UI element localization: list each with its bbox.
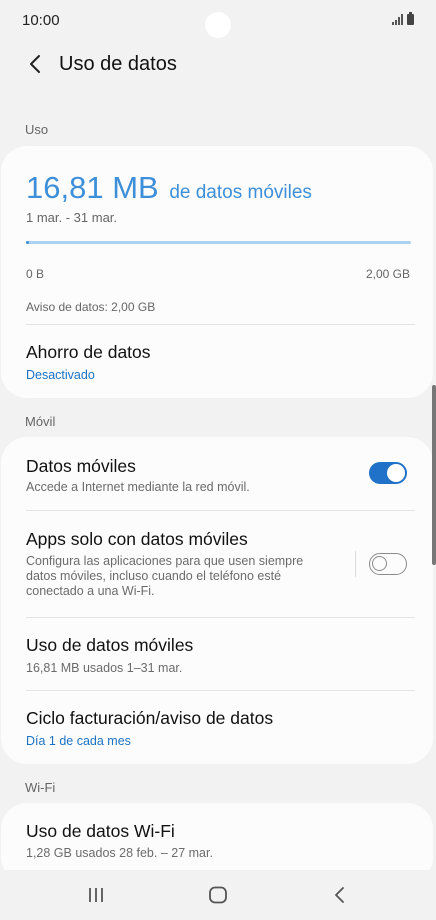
battery-icon [407, 12, 414, 25]
data-saver-title: Ahorro de datos [26, 342, 151, 362]
vertical-separator [355, 551, 356, 577]
usage-amount-value: 16,81 MB [26, 170, 159, 205]
navigation-bar [0, 870, 436, 920]
data-saver-status: Desactivado [26, 368, 95, 382]
usage-amount-unit: de datos móviles [169, 182, 312, 203]
mobile-data-usage-row[interactable]: Uso de datos móviles 16,81 MB usados 1–3… [1, 618, 433, 690]
mobile-data-row[interactable]: Datos móviles Accede a Internet mediante… [1, 437, 433, 510]
usage-card: 16,81 MB de datos móviles 1 mar. - 31 ma… [1, 146, 433, 398]
signal-icon [392, 13, 403, 25]
data-saver-row[interactable]: Ahorro de datos Desactivado [1, 326, 433, 396]
billing-subtitle: Día 1 de cada mes [26, 734, 131, 748]
recents-icon [89, 888, 103, 902]
status-time: 10:00 [22, 12, 60, 29]
billing-cycle-row[interactable]: Ciclo facturación/aviso de datos Día 1 d… [1, 691, 433, 764]
wifi-usage-subtitle: 1,28 GB usados 28 feb. – 27 mar. [26, 846, 213, 860]
status-bar: 10:00 [0, 0, 436, 42]
app-header: Uso de datos [0, 42, 436, 90]
camera-cutout [205, 12, 231, 38]
page-title: Uso de datos [59, 53, 177, 75]
mobile-usage-title: Uso de datos móviles [26, 635, 194, 655]
wifi-usage-title: Uso de datos Wi-Fi [26, 821, 175, 841]
nav-back-button[interactable] [326, 882, 354, 908]
chevron-left-icon[interactable] [24, 52, 48, 76]
wifi-usage-row[interactable]: Uso de datos Wi-Fi 1,28 GB usados 28 feb… [1, 803, 433, 870]
usage-bar-max: 2,00 GB [365, 267, 410, 281]
home-button[interactable] [204, 882, 232, 908]
mobile-usage-subtitle: 16,81 MB usados 1–31 mar. [26, 661, 183, 675]
section-label-usage: Uso [25, 122, 49, 137]
mobile-card: Datos móviles Accede a Internet mediante… [1, 437, 433, 764]
divider [26, 324, 415, 325]
apps-only-subtitle: Configura las aplicaciones para que usen… [26, 554, 304, 598]
billing-title: Ciclo facturación/aviso de datos [26, 708, 274, 728]
mobile-data-subtitle: Accede a Internet mediante la red móvil. [26, 480, 250, 494]
usage-period: 1 mar. - 31 mar. [26, 210, 118, 225]
usage-progress-bar [26, 241, 411, 244]
apps-only-title: Apps solo con datos móviles [26, 529, 248, 549]
nav-back-icon [335, 887, 344, 903]
recents-button[interactable] [82, 882, 110, 908]
data-warning: Aviso de datos: 2,00 GB [26, 300, 156, 314]
apps-only-mobile-row[interactable]: Apps solo con datos móviles Configura la… [1, 511, 433, 616]
usage-amount: 16,81 MB de datos móviles [26, 170, 312, 206]
section-label-mobile: Móvil [25, 414, 56, 429]
scrollbar[interactable] [432, 385, 436, 565]
status-icons [392, 12, 414, 25]
apps-only-toggle[interactable] [369, 553, 407, 575]
usage-progress-fill [26, 241, 30, 244]
mobile-data-title: Datos móviles [26, 456, 136, 476]
usage-bar-min: 0 B [26, 267, 45, 281]
section-label-wifi: Wi-Fi [25, 780, 56, 795]
home-icon [209, 886, 227, 904]
mobile-data-toggle[interactable] [369, 462, 407, 484]
